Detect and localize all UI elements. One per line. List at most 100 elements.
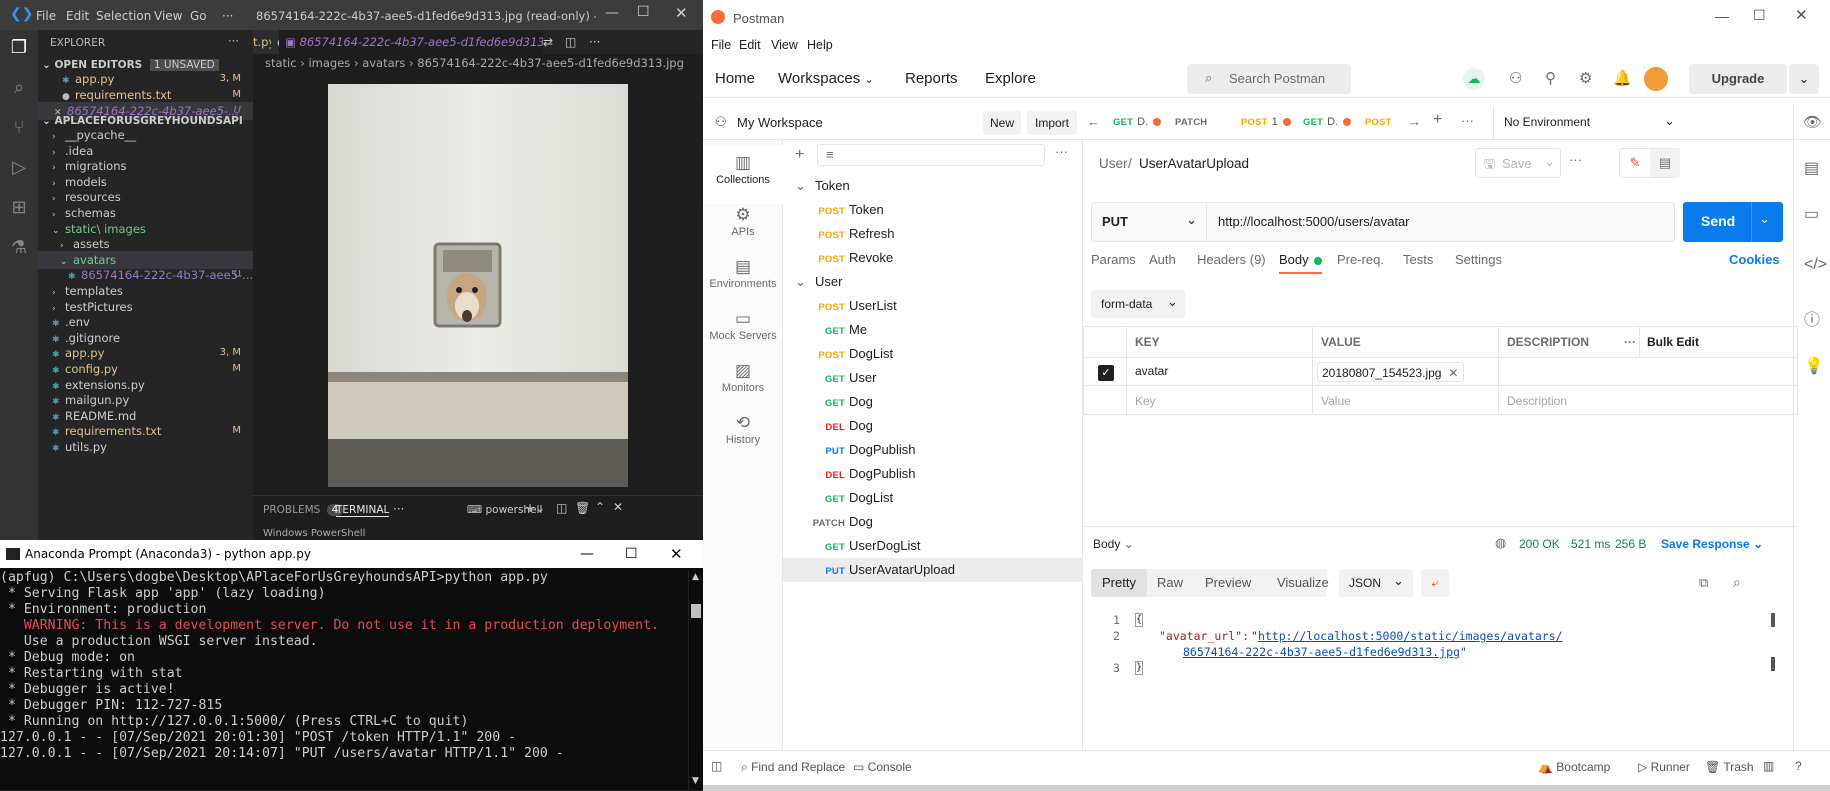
layout-icon[interactable]: ▥ — [1763, 759, 1774, 773]
console-scrollbar[interactable]: ▲ ▼ — [688, 570, 703, 790]
close-icon[interactable]: ✕ — [675, 4, 688, 22]
trash-button[interactable]: 🗑 Trash — [1705, 760, 1754, 774]
remove-file-icon[interactable]: ✕ — [1448, 363, 1458, 383]
minimize-icon[interactable]: — — [605, 5, 619, 21]
tab-params[interactable]: Params — [1091, 252, 1136, 267]
menu-view[interactable]: View — [771, 38, 798, 52]
more-icon[interactable]: ··· — [393, 502, 404, 516]
save-button[interactable]: 🖫 Save ⌄ — [1475, 148, 1561, 178]
add-terminal-icon[interactable]: +⌄ — [525, 501, 545, 515]
horizontal-scrollbar[interactable] — [703, 785, 1830, 791]
request-tab[interactable]: POST — [1365, 116, 1396, 128]
request-item[interactable]: POST Refresh — [783, 222, 1083, 246]
request-item[interactable]: POST Revoke — [783, 246, 1083, 270]
minimize-icon[interactable]: — — [580, 540, 594, 568]
request-item[interactable]: PATCH Dog — [783, 510, 1083, 534]
scroll-down-icon[interactable]: ▼ — [692, 776, 699, 786]
split-terminal-icon[interactable]: ◫ — [556, 501, 567, 515]
code-icon[interactable]: </> — [1804, 256, 1827, 274]
save-response-button[interactable]: Save Response ⌄ — [1661, 537, 1763, 551]
menu-file[interactable]: File — [711, 38, 731, 52]
tab-more-icon[interactable]: ··· — [1461, 113, 1474, 128]
body-mode-select[interactable]: form-data ⌄ — [1091, 290, 1185, 318]
menu-edit[interactable]: Edit — [739, 38, 761, 52]
url-input[interactable]: http://localhost:5000/users/avatar — [1218, 214, 1410, 229]
scrollbar-thumb[interactable] — [1771, 613, 1775, 627]
bulk-edit-link[interactable]: Bulk Edit — [1647, 327, 1699, 357]
console-button[interactable]: ▭ Console — [853, 760, 912, 774]
chevron-down-icon[interactable]: ⌄ — [1759, 211, 1770, 227]
view-pretty[interactable]: Pretty — [1091, 569, 1147, 597]
file-chip[interactable]: 20180807_154523.jpg ✕ — [1317, 362, 1465, 383]
mode-toggle[interactable]: ✎ ▤ — [1619, 148, 1680, 178]
menu-help[interactable]: Help — [807, 38, 833, 52]
search-icon[interactable]: ⌕ — [1733, 574, 1741, 591]
tab-tests[interactable]: Tests — [1403, 252, 1433, 267]
view-preview[interactable]: Preview — [1205, 569, 1251, 597]
nav-reports[interactable]: Reports — [905, 70, 958, 87]
request-tab[interactable]: GET D. — [1113, 116, 1162, 128]
nav-workspaces[interactable]: Workspaces ⌄ — [778, 70, 874, 87]
file-item[interactable]: ✱ utils.py — [38, 438, 253, 456]
view-raw[interactable]: Raw — [1157, 569, 1183, 597]
new-value-input[interactable]: Value — [1312, 385, 1499, 415]
scroll-thumb[interactable] — [691, 604, 701, 618]
menu-selection[interactable]: Selection — [96, 9, 151, 23]
request-item[interactable]: POST DogList — [783, 342, 1083, 366]
documentation-icon[interactable]: ▤ — [1804, 158, 1819, 178]
folder-item[interactable]: ⌄ User — [783, 270, 1083, 294]
scrollbar-thumb[interactable] — [1771, 657, 1775, 671]
back-icon[interactable]: ← — [1087, 114, 1100, 129]
request-name[interactable]: UserAvatarUpload — [1139, 156, 1249, 171]
settings-icon[interactable]: ⚙ — [1579, 69, 1592, 87]
rail-environments[interactable]: ▤ Environments — [703, 250, 783, 308]
open-changes-icon[interactable]: ⇄ — [543, 35, 553, 49]
tab-settings[interactable]: Settings — [1455, 252, 1502, 267]
runner-button[interactable]: ▷ Runner — [1638, 760, 1690, 774]
more-actions-icon[interactable]: ··· — [1055, 144, 1068, 159]
environment-select[interactable]: No Environment ⌄ — [1493, 106, 1683, 140]
request-item[interactable]: POST UserList — [783, 294, 1083, 318]
rail-monitors[interactable]: ▨ Monitors — [703, 354, 783, 412]
new-button[interactable]: New — [983, 111, 1021, 135]
menu-edit[interactable]: Edit — [66, 9, 89, 23]
row-checkbox[interactable]: ✓ — [1098, 365, 1114, 381]
menu-view[interactable]: View — [154, 9, 182, 23]
more-actions-icon[interactable]: ··· — [228, 34, 239, 48]
tab-prereq[interactable]: Pre-req. — [1337, 252, 1384, 267]
tab-terminal[interactable]: TERMINAL — [336, 504, 390, 517]
comment-mode-icon[interactable]: ▤ — [1650, 149, 1680, 177]
filter-input[interactable]: ≡ — [817, 144, 1045, 166]
rail-apis[interactable]: ⚙ APIs — [703, 198, 783, 256]
send-button[interactable]: Send ⌄ — [1683, 202, 1783, 242]
row-key[interactable]: avatar — [1126, 357, 1313, 386]
bootcamp-button[interactable]: ⛺ Bootcamp — [1538, 760, 1610, 774]
rail-collections[interactable]: ▥ Collections — [703, 146, 783, 204]
request-item[interactable]: DEL DogPublish — [783, 462, 1083, 486]
maximize-icon[interactable]: ☐ — [1753, 7, 1766, 24]
request-item[interactable]: PUT UserAvatarUpload — [783, 558, 1083, 582]
maximize-icon[interactable]: ☐ — [625, 540, 638, 568]
run-debug-icon[interactable]: ▷ — [7, 156, 31, 180]
tab-body[interactable]: Body — [1279, 252, 1322, 274]
row-description[interactable] — [1498, 357, 1798, 386]
copy-icon[interactable]: ⧉ — [1699, 575, 1708, 591]
search-box[interactable]: ⌕ Search Postman — [1187, 64, 1351, 94]
notifications-icon[interactable]: 🔔 — [1613, 69, 1632, 87]
format-select[interactable]: JSON ⌄ — [1339, 569, 1413, 597]
maximize-icon[interactable]: ☐ — [637, 4, 650, 20]
cookies-link[interactable]: Cookies — [1729, 252, 1780, 267]
edit-mode-icon[interactable]: ✎ — [1620, 149, 1650, 177]
request-item[interactable]: DEL Dog — [783, 414, 1083, 438]
close-icon[interactable]: ✕ — [1795, 6, 1808, 24]
rail-mock-servers[interactable]: ▭ Mock Servers — [703, 302, 783, 360]
split-editor-icon[interactable]: ◫ — [565, 35, 576, 49]
more-actions-icon[interactable]: ··· — [1569, 152, 1582, 167]
invite-icon[interactable]: ⚇ — [1509, 69, 1522, 87]
source-control-icon[interactable]: ⑂ — [7, 116, 31, 140]
nav-explore[interactable]: Explore — [985, 70, 1036, 87]
tab-app-py[interactable]: t.py — [253, 30, 271, 54]
upgrade-menu-icon[interactable]: ⌄ — [1789, 64, 1819, 94]
trash-icon[interactable]: 🗑 — [575, 501, 590, 515]
request-item[interactable]: GET User — [783, 366, 1083, 390]
